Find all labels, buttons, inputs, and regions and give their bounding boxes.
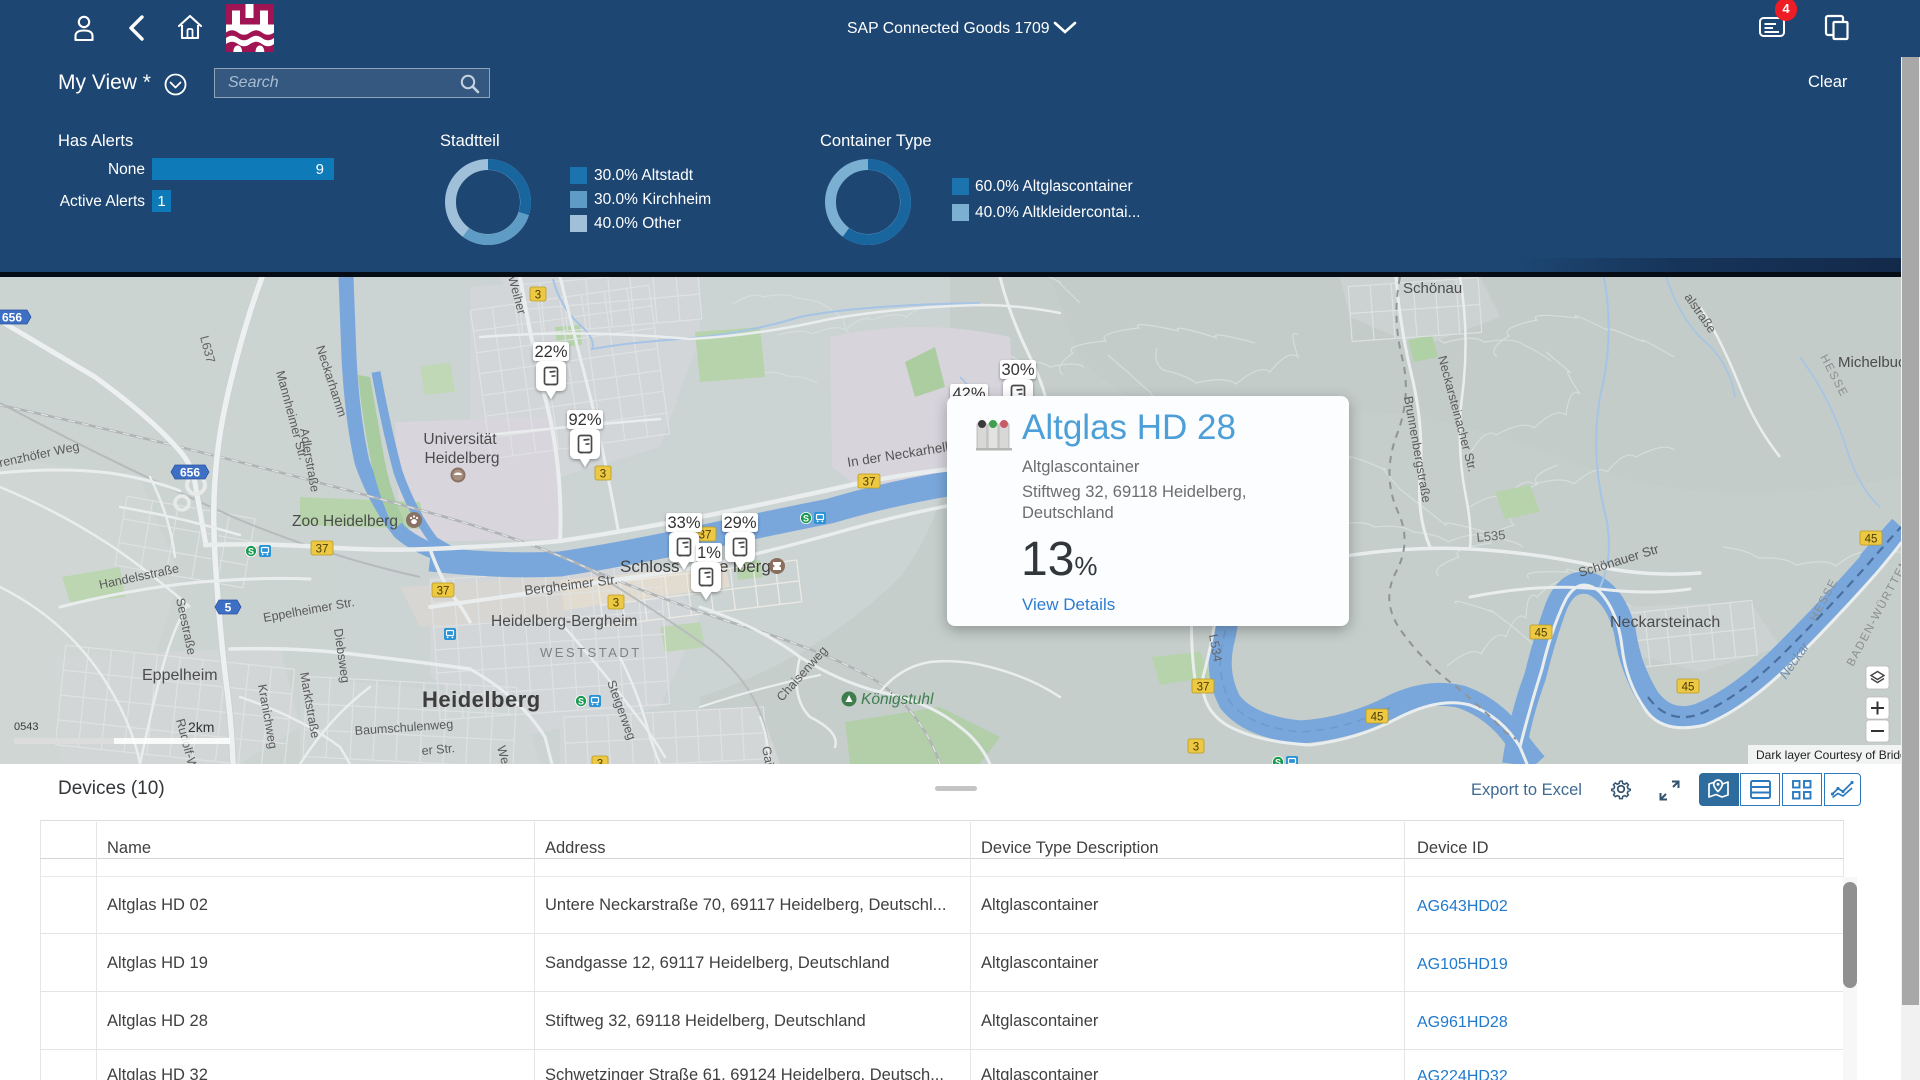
svg-text:Universität: Universität bbox=[423, 431, 497, 448]
svg-text:L535: L535 bbox=[1476, 527, 1506, 545]
svg-text:45: 45 bbox=[1371, 712, 1384, 724]
svg-text:Dark layer Courtesy of Bridg: Dark layer Courtesy of Bridg bbox=[1756, 748, 1901, 762]
svg-text:37: 37 bbox=[316, 544, 329, 556]
svg-text:45: 45 bbox=[1682, 682, 1695, 694]
svg-text:0543: 0543 bbox=[14, 721, 38, 733]
svg-text:3: 3 bbox=[600, 469, 606, 481]
svg-text:37: 37 bbox=[863, 477, 876, 489]
svg-text:Michelbuch: Michelbuch bbox=[1838, 354, 1901, 371]
svg-text:WESTSTADT: WESTSTADT bbox=[540, 645, 642, 660]
svg-text:S: S bbox=[803, 514, 809, 524]
svg-text:Zoo Heidelberg: Zoo Heidelberg bbox=[292, 513, 398, 530]
svg-text:656: 656 bbox=[2, 311, 22, 325]
svg-text:33%: 33% bbox=[667, 514, 700, 532]
svg-text:Gai: Gai bbox=[759, 745, 776, 764]
svg-text:2km: 2km bbox=[188, 719, 214, 735]
svg-text:5: 5 bbox=[225, 601, 232, 615]
svg-text:S: S bbox=[578, 697, 584, 707]
svg-text:Neckarsteinach: Neckarsteinach bbox=[1610, 614, 1720, 631]
svg-text:29%: 29% bbox=[723, 514, 756, 532]
svg-text:Heidelberg: Heidelberg bbox=[425, 450, 500, 467]
svg-text:Heidelberg: Heidelberg bbox=[422, 687, 541, 712]
svg-text:22%: 22% bbox=[534, 343, 567, 361]
svg-text:Heidelberg-Bergheim: Heidelberg-Bergheim bbox=[491, 613, 637, 630]
svg-text:1%: 1% bbox=[697, 544, 721, 562]
svg-text:45: 45 bbox=[1535, 628, 1548, 640]
svg-text:Eppelheim: Eppelheim bbox=[142, 667, 218, 684]
svg-text:er Str.: er Str. bbox=[421, 741, 455, 758]
svg-text:S: S bbox=[248, 547, 254, 557]
svg-text:656: 656 bbox=[180, 466, 200, 480]
svg-text:45: 45 bbox=[1865, 534, 1878, 546]
svg-text:3: 3 bbox=[1193, 742, 1199, 754]
svg-text:Königstuhl: Königstuhl bbox=[861, 691, 934, 708]
svg-text:Schönau: Schönau bbox=[1403, 280, 1462, 297]
svg-text:37: 37 bbox=[1197, 682, 1210, 694]
svg-text:30%: 30% bbox=[1001, 361, 1034, 379]
svg-text:92%: 92% bbox=[568, 411, 601, 429]
svg-text:3: 3 bbox=[613, 598, 619, 610]
svg-text:37: 37 bbox=[437, 586, 450, 598]
svg-text:3: 3 bbox=[535, 290, 541, 302]
